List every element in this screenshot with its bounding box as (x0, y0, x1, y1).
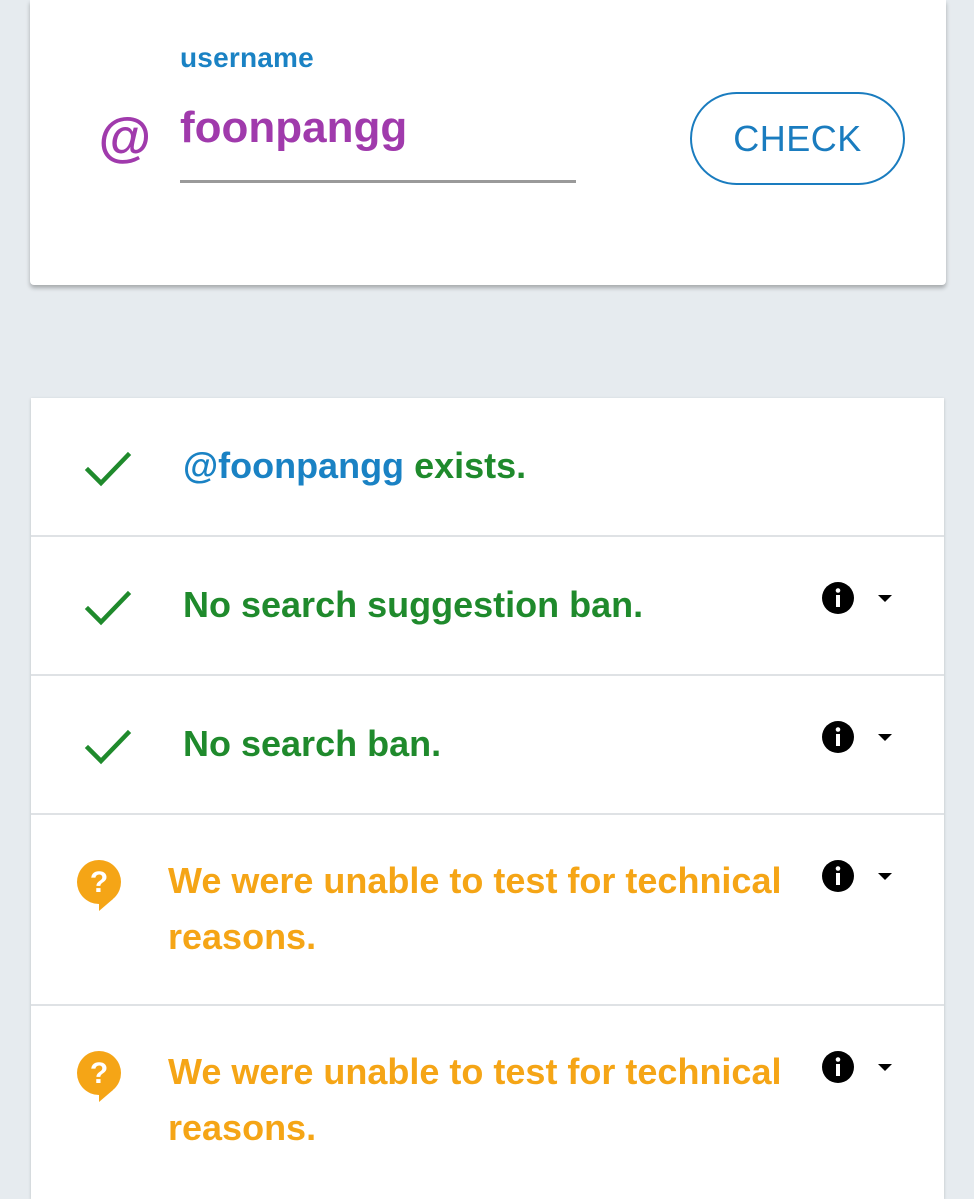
results-list: @foonpangg exists. No search suggestion … (31, 398, 944, 1199)
result-row-unknown-1[interactable]: ? We were unable to test for technical r… (31, 815, 944, 1006)
info-icon[interactable] (821, 859, 855, 893)
info-icon[interactable] (821, 581, 855, 615)
username-form-card: @ username foonpangg CHECK (30, 0, 946, 285)
result-row-exists: @foonpangg exists. (31, 398, 944, 537)
check-icon (83, 446, 133, 492)
username-handle[interactable]: @foonpangg (183, 445, 404, 486)
info-icon[interactable] (821, 1050, 855, 1084)
svg-text:?: ? (90, 1057, 108, 1090)
question-bubble-icon: ? (77, 860, 121, 911)
check-icon (83, 585, 133, 631)
svg-text:?: ? (90, 866, 108, 899)
username-label: username (180, 42, 314, 73)
caret-down-icon[interactable] (876, 1062, 894, 1074)
result-row-search-ban[interactable]: No search ban. (31, 676, 944, 815)
caret-down-icon[interactable] (876, 593, 894, 605)
result-text: We were unable to test for technical rea… (168, 1051, 782, 1148)
caret-down-icon[interactable] (876, 732, 894, 744)
at-sign-icon: @ (94, 98, 154, 178)
check-icon (83, 724, 133, 770)
question-bubble-icon: ? (77, 1051, 121, 1102)
result-row-unknown-2[interactable]: ? We were unable to test for technical r… (31, 1006, 944, 1199)
result-text: No search ban. (183, 723, 442, 764)
check-button[interactable]: CHECK (690, 92, 905, 185)
at-sign-glyph: @ (97, 108, 151, 168)
caret-down-icon[interactable] (876, 871, 894, 883)
result-exists-text: @foonpangg exists. (183, 438, 526, 494)
exists-label: exists. (414, 445, 527, 486)
result-text: No search suggestion ban. (183, 584, 644, 625)
result-row-search-suggestion-ban[interactable]: No search suggestion ban. (31, 537, 944, 676)
info-icon[interactable] (821, 720, 855, 754)
result-text: We were unable to test for technical rea… (168, 860, 782, 957)
username-input[interactable]: foonpangg (180, 102, 576, 183)
